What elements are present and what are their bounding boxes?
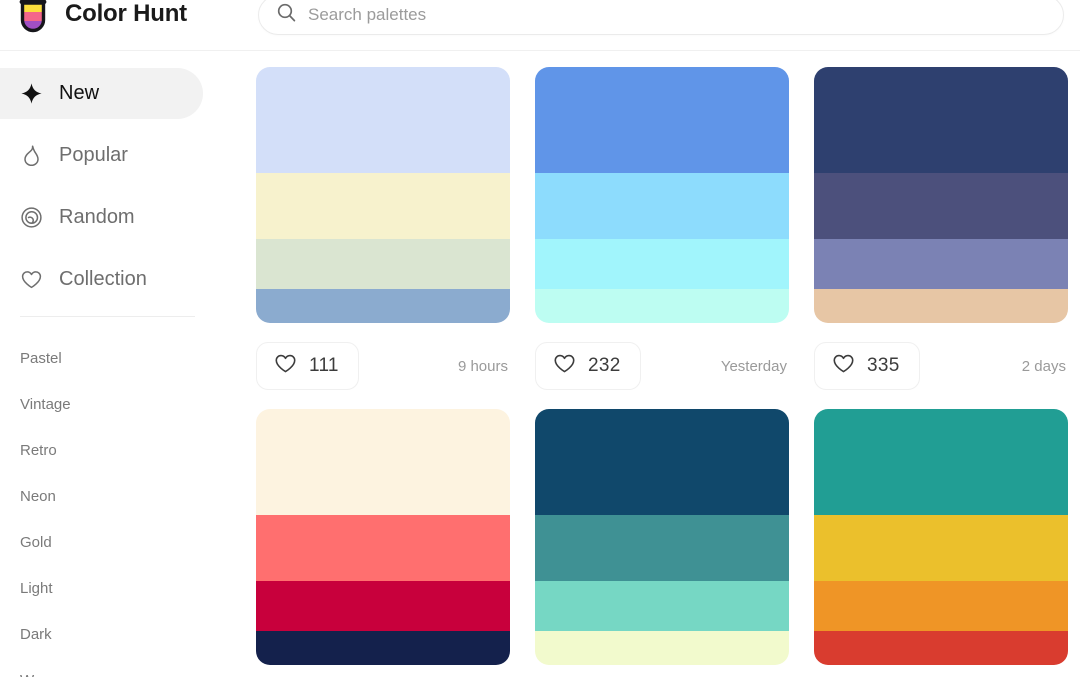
sidebar-tag-dark[interactable]: Dark [0, 611, 232, 657]
palette-color-band[interactable] [256, 630, 510, 665]
palette-color-band[interactable] [535, 67, 789, 173]
palette-card[interactable] [535, 409, 789, 665]
heart-icon [832, 353, 855, 379]
palette-color-band[interactable] [256, 172, 510, 240]
sidebar-item-collection[interactable]: Collection [0, 254, 203, 305]
palette-color-band[interactable] [814, 409, 1068, 515]
color-hunt-app: Color Hunt New [0, 0, 1080, 677]
palette-cell: 111 9 hours [256, 67, 510, 409]
sidebar-tag-light[interactable]: Light [0, 565, 232, 611]
palette-meta: 111 9 hours [256, 323, 510, 409]
sidebar-tag-vintage[interactable]: Vintage [0, 381, 232, 427]
palette-card[interactable] [256, 409, 510, 665]
palette-cell: 232 Yesterday [535, 67, 789, 409]
palette-color-band[interactable] [535, 172, 789, 240]
like-button[interactable]: 232 [535, 342, 641, 390]
tag-label: Neon [20, 487, 56, 505]
tag-label: Vintage [20, 395, 71, 413]
palette-time-label: 9 hours [457, 357, 508, 375]
palette-color-band[interactable] [256, 239, 510, 289]
sidebar-tag-list: Pastel Vintage Retro Neon Gold Light Dar… [0, 335, 232, 677]
brand-name: Color Hunt [65, 0, 187, 27]
palette-cell [535, 409, 789, 665]
sidebar-tag-pastel[interactable]: Pastel [0, 335, 232, 381]
app-header: Color Hunt [0, 0, 1080, 51]
sidebar-tag-neon[interactable]: Neon [0, 473, 232, 519]
search-input[interactable] [308, 0, 1045, 34]
palette-color-band[interactable] [256, 514, 510, 582]
search-bar[interactable] [258, 0, 1064, 35]
tag-label: Pastel [20, 349, 62, 367]
heart-icon [274, 353, 297, 379]
brand[interactable]: Color Hunt [14, 0, 187, 36]
sidebar-item-popular[interactable]: Popular [0, 130, 203, 181]
palette-color-band[interactable] [814, 172, 1068, 240]
heart-icon [20, 268, 43, 291]
sidebar-divider [20, 316, 195, 317]
tag-label: Warm [20, 672, 59, 677]
sidebar-nav: New Popular Random Collection [0, 68, 232, 305]
sidebar-item-label: Popular [59, 144, 128, 166]
sidebar-item-label: Random [59, 206, 135, 228]
like-button[interactable]: 335 [814, 342, 920, 390]
like-count: 111 [309, 355, 339, 376]
sidebar-item-label: New [59, 82, 100, 104]
palette-color-band[interactable] [814, 288, 1068, 323]
palette-color-band[interactable] [814, 514, 1068, 582]
tag-label: Dark [20, 625, 52, 643]
palette-card[interactable] [814, 409, 1068, 665]
palette-color-band[interactable] [256, 288, 510, 323]
search-icon [277, 3, 296, 27]
palette-color-band[interactable] [256, 409, 510, 515]
palette-color-band[interactable] [256, 67, 510, 173]
tag-label: Retro [20, 441, 57, 459]
palette-color-band[interactable] [814, 67, 1068, 173]
like-count: 232 [588, 355, 621, 376]
sidebar-tag-retro[interactable]: Retro [0, 427, 232, 473]
palette-color-band[interactable] [814, 630, 1068, 665]
tag-label: Light [20, 579, 53, 597]
spiral-icon [20, 206, 43, 229]
like-button[interactable]: 111 [256, 342, 359, 390]
palette-cell [814, 409, 1068, 665]
palette-time-label: Yesterday [720, 357, 787, 375]
palette-meta: 335 2 days [814, 323, 1068, 409]
sidebar: New Popular Random Collection Pastel Vin… [0, 51, 232, 677]
palette-color-band[interactable] [535, 630, 789, 665]
palette-color-band[interactable] [535, 409, 789, 515]
palette-cell [256, 409, 510, 665]
palette-color-band[interactable] [535, 288, 789, 323]
palette-color-band[interactable] [535, 239, 789, 289]
sidebar-tag-gold[interactable]: Gold [0, 519, 232, 565]
palette-color-band[interactable] [535, 581, 789, 631]
sidebar-item-new[interactable]: New [0, 68, 203, 119]
palette-card[interactable] [814, 67, 1068, 323]
tag-label: Gold [20, 533, 52, 551]
sidebar-item-label: Collection [59, 268, 147, 290]
palette-card[interactable] [535, 67, 789, 323]
sparkle-icon [20, 82, 43, 105]
palette-color-band[interactable] [256, 581, 510, 631]
flame-icon [20, 144, 43, 167]
palette-color-band[interactable] [814, 239, 1068, 289]
palette-card[interactable] [256, 67, 510, 323]
palette-color-band[interactable] [535, 514, 789, 582]
heart-icon [553, 353, 576, 379]
palette-time-label: 2 days [1021, 357, 1066, 375]
palette-color-band[interactable] [814, 581, 1068, 631]
sidebar-tag-warm[interactable]: Warm [0, 657, 232, 677]
colorhunt-cup-logo-icon [14, 0, 52, 36]
palette-grid-area: 111 9 hours 232 Yesterday 335 2 days [232, 51, 1080, 677]
palette-cell: 335 2 days [814, 67, 1068, 409]
palette-meta: 232 Yesterday [535, 323, 789, 409]
sidebar-item-random[interactable]: Random [0, 192, 203, 243]
palette-grid: 111 9 hours 232 Yesterday 335 2 days [256, 67, 1080, 665]
like-count: 335 [867, 355, 900, 376]
